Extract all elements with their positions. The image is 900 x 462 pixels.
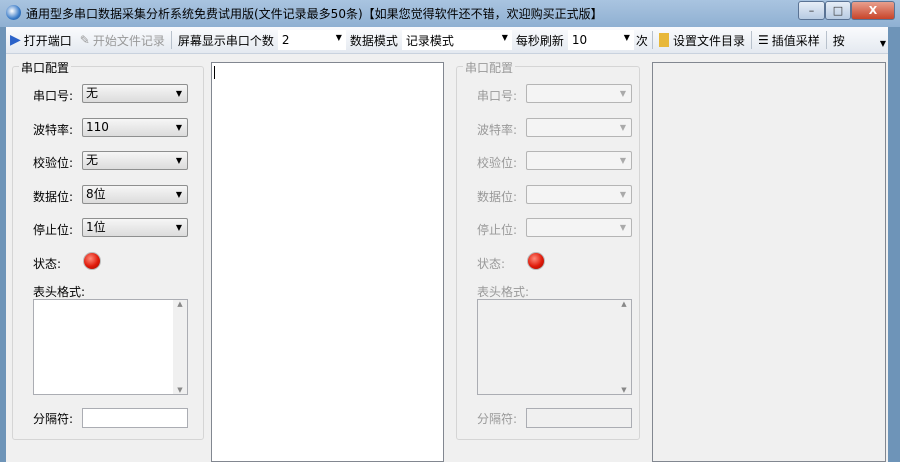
- stopbits-select[interactable]: ▼: [526, 218, 632, 237]
- stopbits-label: 停止位:: [33, 223, 74, 237]
- parity-label: 校验位:: [33, 156, 74, 170]
- parity-value: 无: [86, 153, 99, 167]
- parity-select[interactable]: ▼: [526, 151, 632, 170]
- text-cursor: [214, 66, 215, 79]
- chevron-down-icon: ▼: [175, 190, 182, 199]
- header-format-label: 表头格式:: [477, 285, 530, 299]
- start-record-label: 开始文件记录: [92, 33, 165, 48]
- data-display-area[interactable]: [211, 62, 444, 462]
- status-led-icon: [83, 252, 101, 270]
- data-mode-value: 记录模式: [405, 33, 454, 48]
- title-bar: 通用型多串口数据采集分析系统免费试用版(文件记录最多50条)【如果您觉得软件还不…: [0, 0, 900, 27]
- databits-label: 数据位:: [33, 190, 74, 204]
- port-label: 串口号:: [33, 89, 74, 103]
- list-icon: ☰: [757, 33, 769, 47]
- group-title: 串口配置: [463, 59, 516, 76]
- set-dir-button[interactable]: 设置文件目录: [655, 29, 749, 51]
- separator: [825, 31, 827, 49]
- screen-ports-label: 屏幕显示串口个数: [177, 33, 274, 48]
- interp-button[interactable]: ☰ 插值采样: [754, 29, 824, 51]
- separator-label: 分隔符:: [33, 412, 74, 426]
- baud-select[interactable]: 110 ▼: [82, 118, 188, 137]
- screen-ports-select[interactable]: 2 ▼: [277, 30, 346, 50]
- toolbar: ▶ 打开端口 ✎ 开始文件记录 屏幕显示串口个数 2 ▼ 数据模式 记录模式 ▼ 每秒刷…: [6, 27, 888, 54]
- refresh-select[interactable]: 10 ▼: [567, 30, 634, 50]
- open-port-button[interactable]: ▶ 打开端口: [6, 29, 76, 51]
- chevron-down-icon: ▼: [623, 33, 630, 42]
- baud-label: 波特率:: [477, 123, 518, 137]
- databits-select[interactable]: 8位 ▼: [82, 185, 188, 204]
- separator-input[interactable]: [526, 408, 632, 428]
- port-value: 无: [86, 86, 99, 100]
- baud-label: 波特率:: [33, 123, 74, 137]
- refresh-value: 10: [571, 33, 588, 47]
- more-label: 按: [832, 33, 845, 48]
- databits-value: 8位: [86, 187, 106, 201]
- group-title: 串口配置: [19, 59, 72, 76]
- header-format-textarea[interactable]: ▲ ▼: [33, 299, 188, 395]
- stopbits-label: 停止位:: [477, 223, 518, 237]
- header-format-textarea[interactable]: ▲ ▼: [477, 299, 632, 395]
- chevron-down-icon: ▼: [619, 156, 626, 165]
- refresh-unit: 次: [635, 33, 648, 48]
- status-label: 状态:: [33, 257, 62, 271]
- header-format-label: 表头格式:: [33, 285, 86, 299]
- minimize-button[interactable]: –: [798, 1, 825, 20]
- window-title: 通用型多串口数据采集分析系统免费试用版(文件记录最多50条)【如果您觉得软件还不…: [26, 7, 603, 21]
- open-port-label: 打开端口: [23, 33, 72, 48]
- chevron-down-icon: ▼: [619, 190, 626, 199]
- chevron-down-icon: ▼: [619, 123, 626, 132]
- right-port-config-group: 串口配置 串口号: ▼ 波特率: ▼ 校验位: ▼ 数据位: ▼ 停止位: ▼ …: [456, 59, 640, 440]
- databits-label: 数据位:: [477, 190, 518, 204]
- separator: [651, 31, 653, 49]
- close-button[interactable]: X: [851, 1, 895, 20]
- scrollbar[interactable]: ▲ ▼: [173, 300, 187, 394]
- data-mode-select[interactable]: 记录模式 ▼: [401, 30, 512, 50]
- left-port-config-group: 串口配置 串口号: 无 ▼ 波特率: 110 ▼ 校验位: 无 ▼ 数据位: 8位 ▼ …: [12, 59, 204, 440]
- port-label: 串口号:: [477, 89, 518, 103]
- chevron-down-icon: ▼: [335, 33, 342, 42]
- maximize-button[interactable]: □: [825, 1, 851, 20]
- status-led-icon: [527, 252, 545, 270]
- app-icon: [6, 5, 21, 20]
- parity-label: 校验位:: [477, 156, 518, 170]
- status-label: 状态:: [477, 257, 506, 271]
- more-button[interactable]: 按: [829, 29, 849, 51]
- record-icon: ✎: [79, 33, 90, 47]
- overflow-icon[interactable]: ▼: [880, 39, 886, 48]
- baud-select[interactable]: ▼: [526, 118, 632, 137]
- chevron-down-icon: ▼: [501, 33, 508, 42]
- refresh-label: 每秒刷新: [515, 33, 564, 48]
- stopbits-value: 1位: [86, 220, 106, 234]
- stopbits-select[interactable]: 1位 ▼: [82, 218, 188, 237]
- parity-select[interactable]: 无 ▼: [82, 151, 188, 170]
- screen-ports-value: 2: [281, 33, 290, 47]
- data-mode-label: 数据模式: [349, 33, 398, 48]
- main-window: ▶ 打开端口 ✎ 开始文件记录 屏幕显示串口个数 2 ▼ 数据模式 记录模式 ▼ 每秒刷…: [6, 27, 888, 462]
- port-select[interactable]: 无 ▼: [82, 84, 188, 103]
- chevron-down-icon: ▼: [175, 223, 182, 232]
- interp-label: 插值采样: [771, 33, 820, 48]
- chevron-down-icon: ▼: [175, 123, 182, 132]
- baud-value: 110: [86, 120, 109, 134]
- port-select[interactable]: ▼: [526, 84, 632, 103]
- chevron-down-icon: ▼: [619, 89, 626, 98]
- separator: [750, 31, 752, 49]
- chevron-down-icon: ▼: [619, 223, 626, 232]
- scrollbar[interactable]: ▲ ▼: [617, 300, 631, 394]
- chevron-down-icon: ▼: [175, 89, 182, 98]
- separator: [170, 31, 172, 49]
- second-data-display-area[interactable]: [652, 62, 886, 462]
- set-dir-label: 设置文件目录: [672, 33, 745, 48]
- chevron-down-icon: ▼: [175, 156, 182, 165]
- play-icon: ▶: [10, 32, 21, 48]
- separator-input[interactable]: [82, 408, 188, 428]
- databits-select[interactable]: ▼: [526, 185, 632, 204]
- start-record-button[interactable]: ✎ 开始文件记录: [76, 29, 169, 51]
- folder-icon: [658, 33, 669, 47]
- separator-label: 分隔符:: [477, 412, 518, 426]
